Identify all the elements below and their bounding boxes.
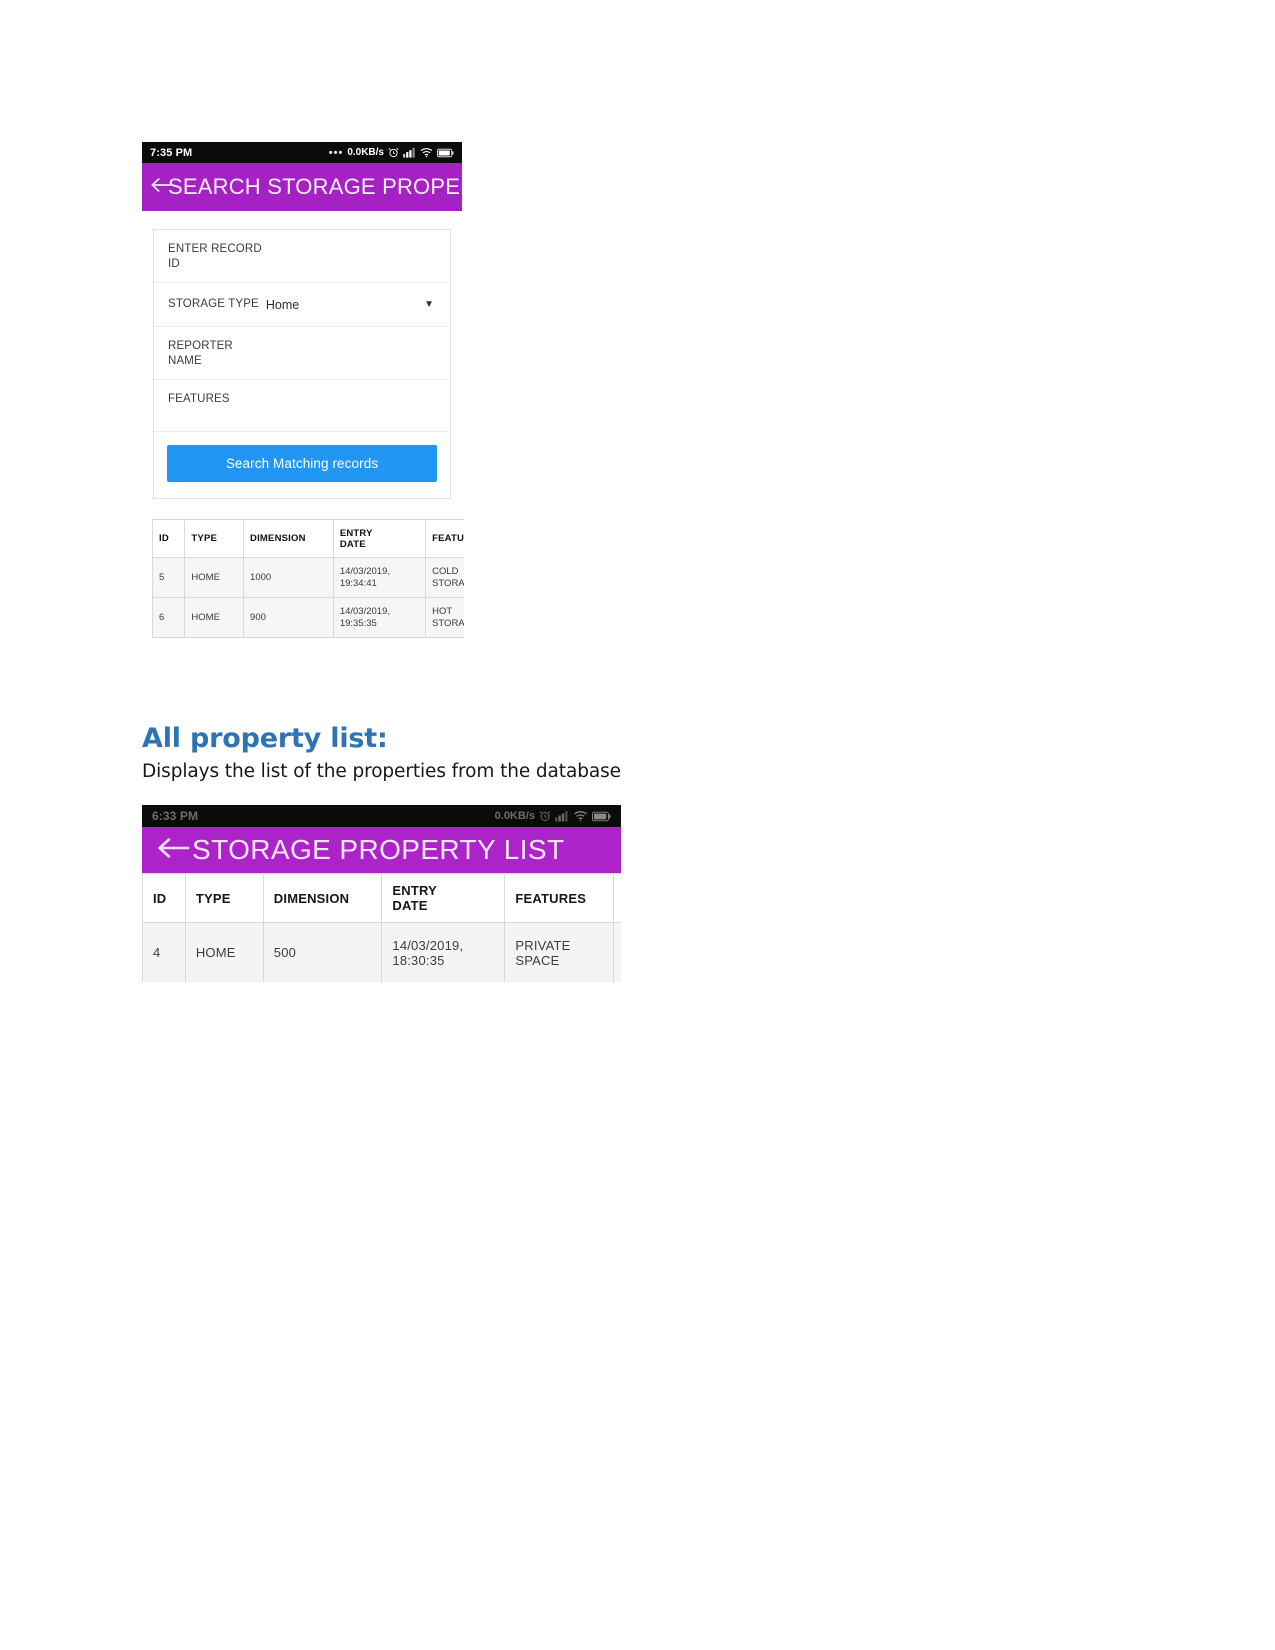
alarm-icon xyxy=(388,147,399,158)
column-header-dimension: DIMENSION xyxy=(243,519,334,558)
cell-dimension: 500 xyxy=(262,922,383,982)
submit-row: Search Matching records xyxy=(154,432,450,498)
signal-icon xyxy=(555,810,569,822)
cell-entry-date: 14/03/2019, 19:35:35 xyxy=(332,597,427,638)
cell-entry-date: 14/03/2019, 18:30:35 xyxy=(381,922,506,982)
status-bar: 7:35 PM ••• 0.0KB/s xyxy=(142,142,462,163)
property-list-table-viewport[interactable]: ID TYPE DIMENSION ENTRY DATE FEATURES RE… xyxy=(142,873,621,982)
status-bar-icons: ••• 0.0KB/s xyxy=(329,147,454,158)
network-speed-label: 0.0KB/s xyxy=(347,147,384,158)
overflow-dots-icon: ••• xyxy=(328,146,344,159)
cell-id: 4 xyxy=(142,922,186,982)
alarm-icon xyxy=(539,810,551,822)
signal-icon xyxy=(403,147,416,158)
battery-icon xyxy=(592,811,611,822)
cell-type: HOME xyxy=(184,597,245,638)
field-storage-type-label: STORAGE TYPE xyxy=(168,298,259,310)
back-arrow-icon[interactable] xyxy=(156,837,190,864)
search-matching-records-button[interactable]: Search Matching records xyxy=(167,445,437,482)
cell-id: 5 xyxy=(152,557,186,598)
table-header-row: ID TYPE DIMENSION ENTRY DATE FEATURES RE… xyxy=(142,873,621,923)
app-bar-title: STORAGE PROPERTY LIST xyxy=(192,834,565,865)
network-speed-label: 0.0KB/s xyxy=(494,810,535,822)
column-header-type: TYPE xyxy=(184,519,245,558)
cell-features: PRIVATE SPACE xyxy=(504,922,615,982)
table-row[interactable]: 4 HOME 500 14/03/2019, 18:30:35 PRIVATE … xyxy=(142,922,621,982)
column-header-entry-date: ENTRY DATE xyxy=(332,519,427,558)
field-reporter-name[interactable]: REPORTER NAME xyxy=(154,327,450,380)
cell-type: HOME xyxy=(184,557,245,598)
cell-features: HOT STORAGE xyxy=(425,597,464,638)
app-bar: SEARCH STORAGE PROPERTY xyxy=(142,163,462,211)
column-header-dimension: DIMENSION xyxy=(262,873,383,923)
field-reporter-name-label: REPORTER NAME xyxy=(168,340,233,367)
field-storage-type[interactable]: STORAGE TYPE Home ▼ xyxy=(154,283,450,327)
status-bar-clock: 7:35 PM xyxy=(150,146,193,159)
app-bar-title: SEARCH STORAGE PROPERTY xyxy=(168,174,462,199)
column-header-features: FEATURES xyxy=(504,873,615,923)
cell-features: COLD STORAGE xyxy=(425,557,464,598)
table-header-row: ID TYPE DIMENSION ENTRY DATE FEATURES RE… xyxy=(152,519,464,558)
column-header-features: FEATURES xyxy=(425,519,464,558)
search-results-table: ID TYPE DIMENSION ENTRY DATE FEATURES RE… xyxy=(152,519,464,638)
status-bar: 6:33 PM 0.0KB/s xyxy=(142,805,621,827)
table-row[interactable]: 5 HOME 1000 14/03/2019, 19:34:41 COLD ST… xyxy=(152,557,464,598)
storage-property-list-screenshot: 6:33 PM 0.0KB/s STORAGE PROPERTY LIST ID… xyxy=(142,805,621,982)
cell-rent: 300 xyxy=(613,922,621,982)
wifi-icon xyxy=(420,147,433,158)
cell-dimension: 1000 xyxy=(243,557,334,598)
cell-type: HOME xyxy=(184,922,264,982)
cell-id: 6 xyxy=(152,597,186,638)
status-bar-clock: 6:33 PM xyxy=(152,809,199,823)
search-form-card: ENTER RECORD ID STORAGE TYPE Home ▼ REPO… xyxy=(153,229,451,499)
property-list-table: ID TYPE DIMENSION ENTRY DATE FEATURES RE… xyxy=(142,873,621,982)
battery-icon xyxy=(437,148,454,158)
column-header-id: ID xyxy=(152,519,186,558)
cell-entry-date: 14/03/2019, 19:34:41 xyxy=(332,557,427,598)
field-features-label: FEATURES xyxy=(168,393,230,405)
section-heading: All property list: xyxy=(142,723,388,754)
field-record-id-label: ENTER RECORD ID xyxy=(168,243,262,270)
column-header-rent: RENT xyxy=(613,873,621,923)
section-description: Displays the list of the properties from… xyxy=(142,761,621,782)
storage-type-selected-value: Home xyxy=(265,297,300,312)
search-results-table-viewport[interactable]: ID TYPE DIMENSION ENTRY DATE FEATURES RE… xyxy=(152,519,464,643)
column-header-type: TYPE xyxy=(184,873,264,923)
column-header-entry-date: ENTRY DATE xyxy=(381,873,506,923)
app-bar: STORAGE PROPERTY LIST xyxy=(142,827,621,873)
field-record-id[interactable]: ENTER RECORD ID xyxy=(154,230,450,283)
wifi-icon xyxy=(573,810,588,822)
field-features[interactable]: FEATURES xyxy=(154,380,450,432)
status-bar-icons: 0.0KB/s xyxy=(495,810,611,822)
table-row[interactable]: 6 HOME 900 14/03/2019, 19:35:35 HOT STOR… xyxy=(152,597,464,638)
cell-dimension: 900 xyxy=(243,597,334,638)
column-header-id: ID xyxy=(142,873,186,923)
chevron-down-icon[interactable]: ▼ xyxy=(424,299,436,310)
